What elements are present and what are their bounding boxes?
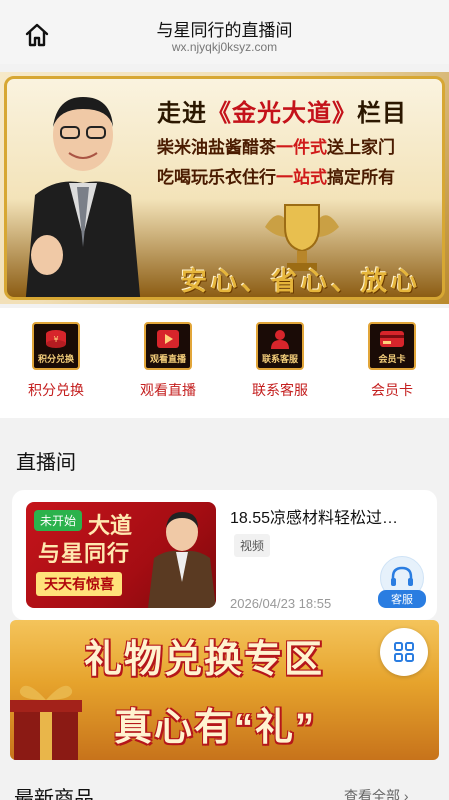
quick-link-watch-live[interactable]: 观看直播 观看直播 (112, 322, 224, 400)
support-person-icon: 联系客服 (256, 322, 304, 370)
promo-banner[interactable]: 走进《金光大道》栏目 柴米油盐酱醋茶一件式送上家门 吃喝玩乐衣住行一站式搞定所有… (0, 72, 449, 304)
coins-icon: ¥ 积分兑换 (32, 322, 80, 370)
quick-link-label: 联系客服 (252, 382, 308, 398)
grid-menu-button[interactable] (380, 628, 428, 676)
quick-links-panel: ¥ 积分兑换 积分兑换 观看直播 观看直播 联系客服 联系客服 会员卡 会员卡 (0, 308, 449, 418)
live-thumbnail: 大道 与星同行 天天有惊喜 未开始 (26, 502, 216, 608)
gift-banner-subtitle: 真心有“礼” (114, 707, 317, 749)
card-icon: 会员卡 (368, 322, 416, 370)
banner-frame: 走进《金光大道》栏目 柴米油盐酱醋茶一件式送上家门 吃喝玩乐衣住行一站式搞定所有… (4, 76, 445, 300)
banner-slogan: 安心、省心、放心 (181, 266, 422, 296)
gift-box-icon (10, 685, 82, 760)
live-room-card[interactable]: 大道 与星同行 天天有惊喜 未开始 18.55凉感材料轻松过… 视频 2026/… (12, 490, 437, 620)
view-all-link[interactable]: 查看全部 › (344, 786, 409, 800)
gift-banner-title: 礼物兑换专区 (84, 639, 325, 681)
customer-service-button[interactable]: 客服 (378, 556, 426, 608)
top-bar: 与星同行的直播间 wx.njyqkj0ksyz.com (0, 0, 449, 64)
live-section-heading: 直播间 (16, 452, 76, 474)
quick-link-contact-support[interactable]: 联系客服 联系客服 (224, 322, 336, 400)
host-photo-image (148, 512, 216, 608)
products-section-heading: 最新商品 (14, 788, 94, 800)
live-tag: 视频 (234, 534, 271, 557)
svg-text:¥: ¥ (53, 335, 58, 344)
quick-link-label: 积分兑换 (28, 382, 84, 398)
banner-line-3: 吃喝玩乐衣住行一站式搞定所有 (157, 168, 395, 187)
page-title: 与星同行的直播间 (156, 21, 293, 40)
quick-link-label: 观看直播 (140, 382, 196, 398)
play-icon: 观看直播 (144, 322, 192, 370)
banner-line-2: 柴米油盐酱醋茶一件式送上家门 (157, 138, 395, 157)
live-timestamp: 2026/04/23 18:55 (230, 596, 332, 611)
customer-service-label: 客服 (378, 590, 426, 608)
banner-headline: 走进《金光大道》栏目 (157, 100, 407, 127)
quick-link-label: 会员卡 (371, 382, 413, 398)
live-title: 18.55凉感材料轻松过… (230, 510, 399, 527)
host-portrait-image (25, 97, 141, 297)
gift-exchange-banner[interactable]: 礼物兑换专区 真心有“礼” (10, 620, 439, 760)
quick-link-member-card[interactable]: 会员卡 会员卡 (336, 322, 448, 400)
quick-link-points-exchange[interactable]: ¥ 积分兑换 积分兑换 (0, 322, 112, 400)
page-url: wx.njyqkj0ksyz.com (171, 40, 278, 54)
status-badge: 未开始 (34, 510, 83, 531)
grid-icon (394, 642, 414, 662)
